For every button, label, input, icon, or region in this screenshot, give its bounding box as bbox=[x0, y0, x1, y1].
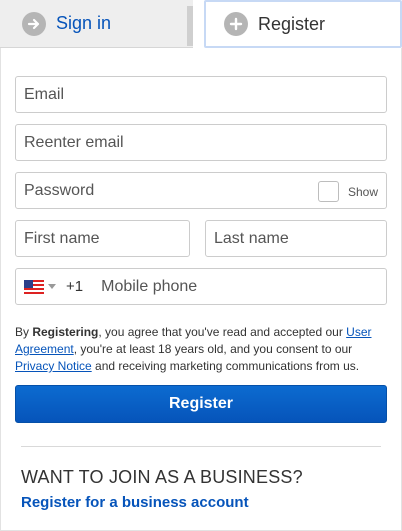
divider bbox=[21, 446, 381, 447]
business-heading: WANT TO JOIN AS A BUSINESS? bbox=[21, 467, 303, 487]
legal-part2: , you're at least 18 years old, and you … bbox=[73, 342, 353, 356]
plus-circle-icon bbox=[224, 12, 248, 36]
business-register-link[interactable]: Register for a business account bbox=[21, 494, 249, 511]
tab-register-label: Register bbox=[258, 13, 326, 34]
email-placeholder: Email bbox=[24, 85, 65, 103]
show-password-label: Show bbox=[347, 184, 378, 199]
reenter-email-placeholder: Reenter email bbox=[24, 133, 124, 151]
first-name-field[interactable]: First name bbox=[15, 220, 190, 257]
register-button[interactable]: Register bbox=[15, 385, 387, 423]
chevron-down-icon[interactable] bbox=[48, 284, 56, 289]
last-name-placeholder: Last name bbox=[214, 229, 289, 247]
auth-tabs: Sign in Register bbox=[0, 0, 402, 48]
tab-sign-in-label: Sign in bbox=[56, 13, 112, 33]
country-code: +1 bbox=[66, 278, 84, 295]
legal-bold: Registering bbox=[32, 325, 99, 339]
show-password-toggle[interactable]: Show bbox=[317, 181, 378, 202]
legal-part1: , you agree that you've read and accepte… bbox=[98, 325, 347, 339]
legal-notice: By Registering, you agree that you've re… bbox=[15, 324, 385, 375]
password-field[interactable]: Password Show bbox=[15, 172, 387, 209]
email-field[interactable]: Email bbox=[15, 76, 387, 113]
first-name-placeholder: First name bbox=[24, 229, 100, 247]
show-password-checkbox[interactable] bbox=[317, 181, 339, 202]
tab-sign-in[interactable]: Sign in bbox=[0, 0, 193, 48]
mobile-phone-placeholder: Mobile phone bbox=[101, 277, 198, 295]
tab-separator bbox=[187, 6, 193, 46]
legal-part3: and receiving marketing communications f… bbox=[91, 359, 360, 373]
privacy-notice-link[interactable]: Privacy Notice bbox=[15, 359, 92, 373]
phone-field[interactable]: +1 Mobile phone bbox=[15, 268, 387, 305]
password-placeholder: Password bbox=[24, 181, 95, 199]
last-name-field[interactable]: Last name bbox=[205, 220, 387, 257]
arrow-right-circle-icon bbox=[22, 11, 46, 36]
reenter-email-field[interactable]: Reenter email bbox=[15, 124, 387, 161]
us-flag-icon[interactable] bbox=[24, 279, 44, 294]
tab-register[interactable]: Register bbox=[204, 0, 402, 48]
legal-prefix: By bbox=[15, 325, 33, 339]
